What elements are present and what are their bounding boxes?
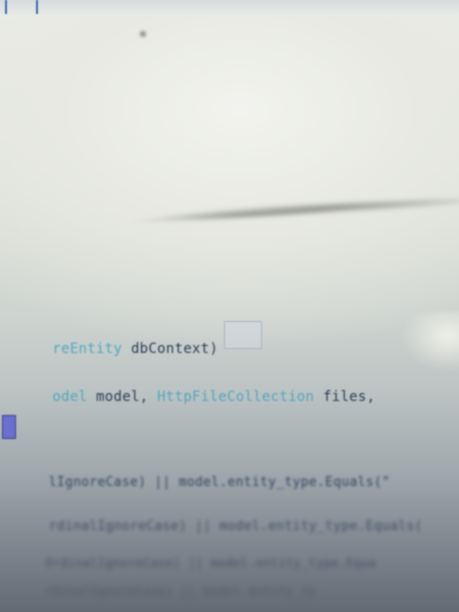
window-edge-tick [5, 0, 7, 14]
monitor-photo: reEntity dbContext) odel model, HttpFile… [0, 0, 459, 612]
code-line[interactable]: odel model, HttpFileCollection files, [0, 373, 375, 421]
code-line[interactable]: reEntity dbContext) [0, 325, 218, 373]
window-top-edge [0, 0, 459, 16]
type-token: odel [52, 389, 88, 405]
code-line[interactable]: rdinalIgnoreCase) || model.entity_ty [0, 570, 316, 612]
brace-highlight [224, 321, 262, 349]
identifier-token: files, [314, 389, 376, 405]
window-edge-tick [36, 0, 38, 14]
identifier-token: model, [87, 389, 158, 405]
bookmark-icon[interactable] [2, 415, 16, 439]
identifier-token: dbContext) [122, 341, 219, 357]
type-token: reEntity [52, 341, 123, 357]
code-text: rdinalIgnoreCase) || model.entity_type.E… [48, 519, 423, 534]
code-line[interactable]: lIgnoreCase) || model.entity_type.Equals… [0, 460, 390, 505]
screen-smudge [117, 178, 459, 238]
code-text: lIgnoreCase) || model.entity_type.Equals… [48, 475, 391, 490]
code-text: OrdinalIgnoreCase) || model.entity_type.… [45, 556, 377, 570]
code-text: rdinalIgnoreCase) || model.entity_ty [45, 584, 317, 598]
dust-speck [140, 31, 146, 37]
type-token: HttpFileCollection [157, 389, 315, 405]
screen-glare [400, 312, 459, 372]
code-editor[interactable]: reEntity dbContext) odel model, HttpFile… [0, 300, 459, 612]
